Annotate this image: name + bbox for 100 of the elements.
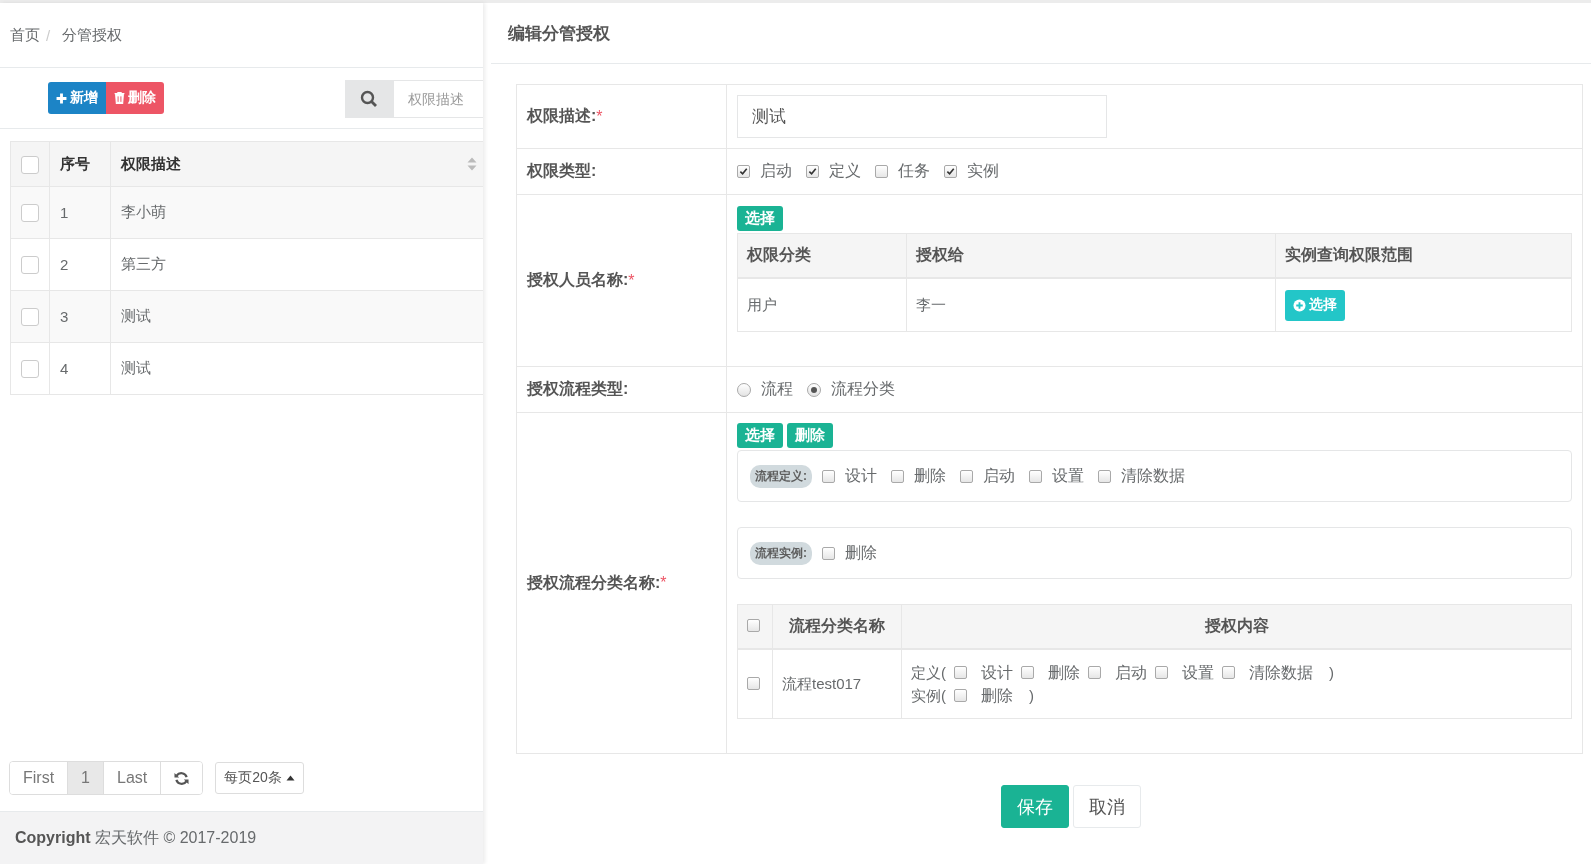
table-cell: 用户 [747, 295, 777, 313]
checkbox[interactable] [747, 676, 760, 690]
checkbox-label: 设计 [981, 663, 1013, 683]
checkbox[interactable] [1222, 666, 1235, 679]
select-all-checkbox[interactable] [21, 155, 39, 174]
column-header: 实例查询权限范围 [1285, 246, 1413, 263]
row-checkbox[interactable] [21, 204, 39, 222]
group-tag: 流程定义: [750, 464, 812, 488]
checkbox-label: 清除数据 [1249, 663, 1313, 683]
page-button[interactable]: 1 [67, 762, 103, 794]
search-field[interactable]: 权限描述 [393, 80, 483, 118]
plus-circle-icon [1293, 298, 1306, 312]
page-size-dropdown[interactable]: 每页20条 [215, 762, 304, 794]
column-header: 权限描述 [121, 154, 181, 174]
column-header: 权限分类 [747, 246, 811, 263]
field-label: 权限描述: [527, 106, 597, 126]
search-button[interactable] [345, 80, 393, 118]
add-button[interactable]: 新增 [48, 82, 106, 114]
field-label: 授权流程类型: [527, 379, 629, 399]
panel-title: 编辑分管授权 [491, 3, 1591, 64]
permission-prefix: 实例( [911, 686, 946, 706]
checkbox[interactable] [822, 546, 835, 560]
table-cell: 3 [60, 308, 69, 325]
row-checkbox[interactable] [21, 256, 39, 274]
checkbox-label: 删除 [981, 686, 1013, 706]
checkbox[interactable] [960, 469, 973, 483]
toolbar-button[interactable]: 删除 [787, 423, 833, 448]
refresh-button[interactable] [160, 762, 203, 794]
radio-label: 流程分类 [831, 379, 895, 399]
checkbox-label: 设计 [845, 465, 877, 486]
select-button[interactable]: 选择 [737, 206, 783, 231]
copyright-text: Copyright 宏天软件 © 2017-2019 [15, 827, 257, 848]
table-cell: 4 [60, 360, 69, 377]
permission-suffix: ) [1329, 663, 1334, 683]
checkbox[interactable] [1021, 666, 1034, 679]
breadcrumb-separator: / [46, 26, 51, 44]
column-header: 授权内容 [1204, 617, 1269, 634]
checkbox-label: 启动 [760, 161, 792, 181]
checkbox-label: 实例 [967, 161, 999, 181]
row-checkbox[interactable] [21, 360, 39, 378]
checkmark-icon [739, 167, 748, 176]
checkbox[interactable] [891, 469, 904, 483]
checkbox[interactable] [747, 618, 760, 632]
select-scope-button[interactable]: 选择 [1285, 289, 1345, 321]
checkmark-icon [946, 167, 955, 176]
checkbox-label: 删除 [845, 542, 877, 563]
search-icon [360, 90, 378, 108]
table-cell: 测试 [121, 307, 151, 324]
required-mark: * [628, 271, 635, 290]
caret-up-icon [285, 775, 295, 781]
table-cell: 流程test017 [782, 674, 862, 692]
breadcrumb-link[interactable]: 分管授权 [62, 25, 123, 45]
row-checkbox[interactable] [21, 308, 39, 326]
checkbox[interactable] [954, 666, 967, 679]
radio-button[interactable] [737, 382, 751, 397]
group-tag: 流程实例: [750, 541, 812, 565]
checkbox[interactable] [822, 469, 835, 483]
checkbox-label: 删除 [914, 465, 946, 486]
checkbox[interactable] [944, 165, 957, 178]
refresh-icon [174, 770, 190, 786]
trash-icon [114, 92, 125, 104]
table-cell: 李小萌 [121, 203, 166, 220]
plus-icon [56, 92, 67, 104]
column-header: 流程分类名称 [789, 617, 885, 634]
toolbar-button[interactable]: 选择 [737, 423, 783, 448]
checkbox[interactable] [1098, 469, 1111, 483]
checkbox-label: 启动 [1115, 663, 1147, 683]
checkmark-icon [808, 167, 817, 176]
permission-suffix: ) [1029, 686, 1034, 706]
breadcrumb-link[interactable]: 首页 [10, 25, 40, 45]
save-button[interactable]: 保存 [1001, 785, 1069, 828]
table-cell: 2 [60, 256, 69, 273]
checkbox-label: 设置 [1182, 663, 1214, 683]
column-header: 授权给 [916, 246, 964, 263]
description-field[interactable]: 测试 [737, 95, 1107, 138]
checkbox-label: 启动 [983, 465, 1015, 486]
table-cell: 1 [60, 204, 69, 221]
checkbox[interactable] [1155, 666, 1168, 679]
radio-button[interactable] [807, 382, 821, 397]
checkbox[interactable] [875, 165, 888, 178]
checkbox[interactable] [954, 689, 967, 702]
field-label: 权限类型: [527, 161, 597, 181]
checkbox-label: 任务 [898, 161, 930, 181]
required-mark: * [660, 574, 667, 592]
checkbox[interactable] [806, 165, 819, 178]
required-mark: * [596, 107, 603, 126]
column-header: 序号 [60, 154, 90, 172]
table-cell: 测试 [121, 359, 151, 376]
checkbox-label: 删除 [1048, 663, 1080, 683]
permission-prefix: 定义( [911, 663, 946, 683]
cancel-button[interactable]: 取消 [1073, 785, 1141, 828]
field-label: 授权人员名称: [527, 270, 629, 290]
checkbox[interactable] [1088, 666, 1101, 679]
table-cell: 第三方 [121, 255, 166, 272]
checkbox-label: 设置 [1052, 465, 1084, 486]
delete-button[interactable]: 删除 [106, 82, 164, 114]
checkbox[interactable] [1029, 469, 1042, 483]
checkbox-label: 定义 [829, 161, 861, 181]
checkbox[interactable] [737, 165, 750, 178]
field-label: 授权流程分类名称: [527, 572, 661, 593]
